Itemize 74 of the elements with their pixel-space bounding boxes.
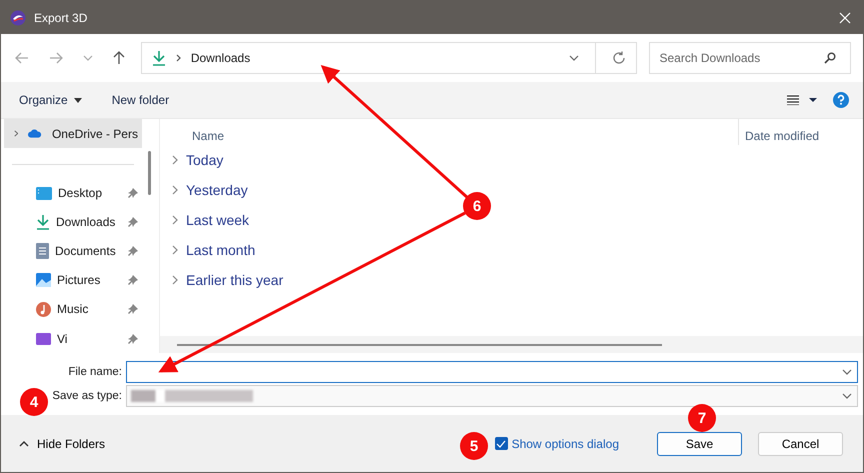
- column-header[interactable]: Date modified: [738, 119, 863, 145]
- search-icon: [824, 52, 836, 64]
- chevron-right-icon: [176, 54, 181, 62]
- sidebar-label: Music: [57, 302, 90, 316]
- path-segment[interactable]: Downloads: [190, 51, 250, 65]
- download-icon: [152, 50, 166, 66]
- hide-folders-button[interactable]: Hide Folders: [13, 436, 112, 452]
- pin-icon[interactable]: [128, 188, 138, 198]
- pin-icon[interactable]: [128, 304, 138, 314]
- file-name-field[interactable]: [126, 361, 858, 383]
- chevron-right-icon: [172, 185, 178, 195]
- back-arrow-icon[interactable]: [15, 52, 29, 64]
- forward-arrow-icon[interactable]: [48, 52, 63, 64]
- sidebar-label: Vi: [57, 332, 68, 346]
- view-options-icon[interactable]: [787, 95, 819, 105]
- chevron-down-icon[interactable]: [842, 393, 852, 399]
- sidebar-label: OneDrive - Pers: [52, 126, 138, 140]
- field-label: Save as type:: [52, 390, 122, 402]
- download-icon: [36, 214, 50, 230]
- video-icon: [36, 332, 51, 344]
- window-title: Export 3D: [34, 10, 88, 24]
- help-icon[interactable]: [833, 92, 849, 108]
- chevron-down-icon[interactable]: [568, 55, 578, 61]
- scrollbar-thumb[interactable]: [148, 151, 151, 195]
- sidebar-label: Pictures: [57, 273, 102, 288]
- sidebar-item[interactable]: Downloads: [4, 208, 142, 237]
- dialog-button[interactable]: Save: [657, 432, 742, 456]
- monitor-icon: [36, 186, 52, 200]
- chevron-right-icon: [172, 245, 178, 255]
- scrollbar-thumb[interactable]: [177, 344, 662, 346]
- dialog-button[interactable]: Cancel: [758, 432, 843, 456]
- field-label: File name:: [67, 366, 122, 378]
- up-arrow-icon[interactable]: [112, 51, 125, 65]
- checkbox-label[interactable]: Show options dialog: [512, 436, 619, 450]
- pin-icon[interactable]: [128, 217, 138, 228]
- new-folder-button[interactable]: New folder: [104, 89, 178, 111]
- chevron-right-icon[interactable]: [14, 129, 18, 138]
- pin-icon[interactable]: [128, 275, 138, 286]
- sidebar-item[interactable]: Pictures: [4, 266, 142, 295]
- checkmark-icon: [496, 440, 506, 448]
- group-header[interactable]: Yesterday: [160, 175, 248, 205]
- pin-icon[interactable]: [128, 334, 138, 344]
- sidebar-item[interactable]: Desktop: [4, 178, 142, 208]
- caret-down-icon: [74, 98, 82, 102]
- sidebar-label: Desktop: [58, 186, 104, 200]
- organize-menu-button[interactable]: Organize: [11, 89, 90, 111]
- app-logo-icon: [10, 10, 26, 26]
- chevron-up-icon: [19, 440, 29, 446]
- group-header[interactable]: Earlier this year: [160, 265, 284, 295]
- checkbox[interactable]: [494, 437, 508, 450]
- close-icon[interactable]: [839, 12, 851, 24]
- chevron-down-icon[interactable]: [842, 369, 852, 375]
- column-header[interactable]: Name: [160, 129, 738, 145]
- sidebar-item[interactable]: Music: [4, 294, 142, 324]
- group-header[interactable]: Last week: [160, 205, 250, 235]
- sidebar-item[interactable]: OneDrive - Pers: [4, 119, 142, 148]
- search-field[interactable]: Search Downloads: [648, 42, 851, 74]
- chevron-right-icon: [172, 215, 178, 225]
- sidebar-item[interactable]: Vi: [4, 324, 142, 354]
- chevron-right-icon: [172, 155, 178, 165]
- chevron-right-icon: [172, 275, 178, 285]
- cloud-icon: [28, 128, 42, 139]
- sidebar-label: Documents: [55, 244, 117, 258]
- sidebar-item[interactable]: Documents: [4, 236, 142, 266]
- picture-icon: [36, 273, 51, 288]
- document-icon: [36, 243, 49, 260]
- address-bar[interactable]: Downloads: [140, 42, 636, 74]
- refresh-icon[interactable]: [612, 51, 626, 65]
- step-number-badge: 6: [463, 192, 491, 220]
- sidebar-label: Downloads: [56, 215, 116, 230]
- group-header[interactable]: Today: [160, 145, 224, 175]
- group-header[interactable]: Last month: [160, 235, 256, 265]
- music-note-icon: [36, 302, 51, 317]
- pin-icon[interactable]: [128, 246, 138, 256]
